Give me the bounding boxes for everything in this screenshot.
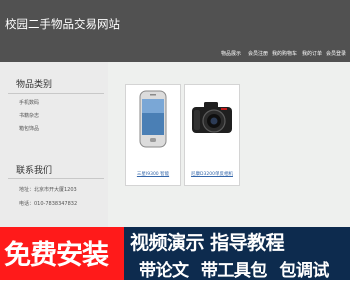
smartphone-image <box>139 90 167 148</box>
main-nav: 物品展示 会员注册 我的购物车 我的订单 会员登录 <box>0 48 350 62</box>
sidebar: 物品类别 手机数码 书籍杂志 箱包饰品 联系我们 地址：北京市开大厦1203 电… <box>0 62 109 227</box>
category-item-books[interactable]: 书籍杂志 <box>19 112 39 119</box>
contact-address: 地址：北京市开大厦1203 <box>19 187 77 193</box>
site-header: 校园二手物品交易网站 物品展示 会员注册 我的购物车 我的订单 会员登录 <box>0 0 350 62</box>
contact-phone: 电话：010-7838347832 <box>19 201 78 207</box>
promo-video-demo: 视频演示 <box>130 232 205 254</box>
promo-line-2: 带论文 带工具包 包调试 <box>139 256 336 281</box>
promo-toolkit: 带工具包 <box>200 261 268 281</box>
promo-left: 免费安装 <box>0 227 124 280</box>
nav-item-products[interactable]: 物品展示 <box>221 50 241 57</box>
promo-banner: 免费安装 视频演示 指导教程 带论文 带工具包 包调试 <box>0 227 350 281</box>
site-title: 校园二手物品交易网站 <box>5 17 120 31</box>
promo-tutorial: 指导教程 <box>210 232 285 254</box>
nav-item-register[interactable]: 会员注册 <box>248 50 268 57</box>
product-name[interactable]: 尼康D3200单反相机 <box>185 171 239 177</box>
divider <box>8 93 104 94</box>
nav-item-cart[interactable]: 我的购物车 <box>272 50 297 57</box>
divider <box>8 178 104 179</box>
nav-item-orders[interactable]: 我的订单 <box>302 50 322 57</box>
promo-line-1: 视频演示 指导教程 <box>130 228 285 255</box>
promo-debug: 包调试 <box>279 261 329 281</box>
nav-item-login[interactable]: 会员登录 <box>326 50 346 57</box>
product-area: 三星I9300 智能 尼康D3200单反相机 <box>108 62 350 227</box>
promo-free-install: 免费安装 <box>4 240 109 271</box>
content-area: 物品类别 手机数码 书籍杂志 箱包饰品 联系我们 地址：北京市开大厦1203 电… <box>0 62 350 227</box>
category-item-bags[interactable]: 箱包饰品 <box>19 125 39 132</box>
camera-image <box>192 102 232 133</box>
categories-title: 物品类别 <box>16 80 53 90</box>
product-card[interactable]: 三星I9300 智能 <box>125 84 181 186</box>
product-card[interactable]: 尼康D3200单反相机 <box>184 84 240 186</box>
product-name[interactable]: 三星I9300 智能 <box>126 171 180 177</box>
promo-thesis: 带论文 <box>139 261 189 281</box>
contact-title: 联系我们 <box>16 166 53 176</box>
category-item-digital[interactable]: 手机数码 <box>19 99 39 106</box>
